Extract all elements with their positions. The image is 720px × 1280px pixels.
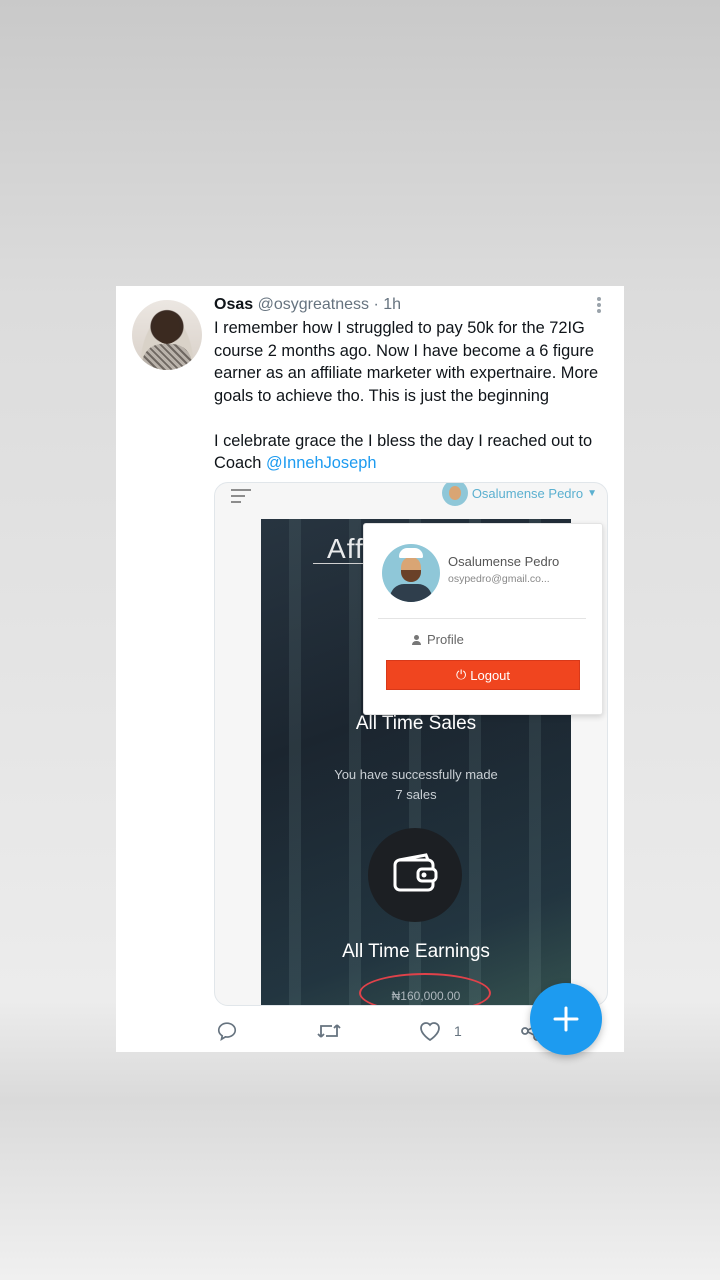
mention-link[interactable]: @InnehJoseph xyxy=(266,454,377,472)
sales-description: You have successfully made 7 sales xyxy=(261,765,571,805)
user-avatar xyxy=(382,544,440,602)
more-vertical-icon[interactable] xyxy=(596,297,602,315)
profile-label: Profile xyxy=(427,632,464,647)
compose-button[interactable] xyxy=(530,983,602,1055)
wallet-icon xyxy=(368,828,462,922)
sales-line-1: You have successfully made xyxy=(334,767,498,782)
reply-icon xyxy=(217,1022,237,1041)
earnings-value: ₦160,000.00 xyxy=(391,989,461,1003)
reply-button[interactable] xyxy=(216,1020,238,1042)
tweet-text: I remember how I struggled to pay 50k fo… xyxy=(214,317,614,497)
tweet-header: Osas @osygreatness · 1h xyxy=(214,296,401,314)
retweet-button[interactable] xyxy=(316,1020,342,1042)
user-dropdown: Osalumense Pedro osypedro@gmail.co... Pr… xyxy=(363,523,603,715)
dropdown-user-email: osypedro@gmail.co... xyxy=(448,573,550,585)
heart-icon xyxy=(420,1022,440,1042)
tweet-media-image[interactable]: Osalumense Pedro ▼ Affiliate Stats All T… xyxy=(214,482,608,1006)
tweet-time[interactable]: 1h xyxy=(383,296,401,313)
sales-title: All Time Sales xyxy=(355,713,477,734)
caret-down-icon: ▼ xyxy=(587,487,597,499)
power-icon: ⏻ xyxy=(455,667,467,682)
user-avatar-small xyxy=(441,483,468,506)
separator: · xyxy=(373,296,379,313)
tweet-card[interactable]: Osas @osygreatness · 1h I remember how I… xyxy=(116,286,624,1052)
sales-line-2: 7 sales xyxy=(395,787,437,802)
dropdown-divider xyxy=(378,618,586,619)
hamburger-menu-icon xyxy=(231,489,251,507)
top-user-menu: Osalumense Pedro ▼ xyxy=(441,483,597,506)
retweet-icon xyxy=(317,1024,341,1038)
top-user-name: Osalumense Pedro xyxy=(471,485,584,501)
author-avatar[interactable] xyxy=(132,300,202,370)
tweet-paragraph-2: I celebrate grace the I bless the day I … xyxy=(214,430,614,475)
plus-icon xyxy=(553,1006,579,1032)
like-button[interactable]: 1 xyxy=(418,1020,462,1042)
profile-link[interactable]: Profile xyxy=(412,632,464,647)
user-icon xyxy=(412,634,421,645)
author-name[interactable]: Osas xyxy=(214,296,253,313)
earnings-title: All Time Earnings xyxy=(342,941,490,962)
logout-button[interactable]: ⏻ Logout xyxy=(386,660,580,690)
like-count: 1 xyxy=(454,1023,462,1039)
logout-label: Logout xyxy=(470,667,511,683)
tweet-paragraph-1: I remember how I struggled to pay 50k fo… xyxy=(214,319,599,405)
dropdown-user-name: Osalumense Pedro xyxy=(448,554,560,569)
author-handle[interactable]: @osygreatness xyxy=(258,296,369,313)
